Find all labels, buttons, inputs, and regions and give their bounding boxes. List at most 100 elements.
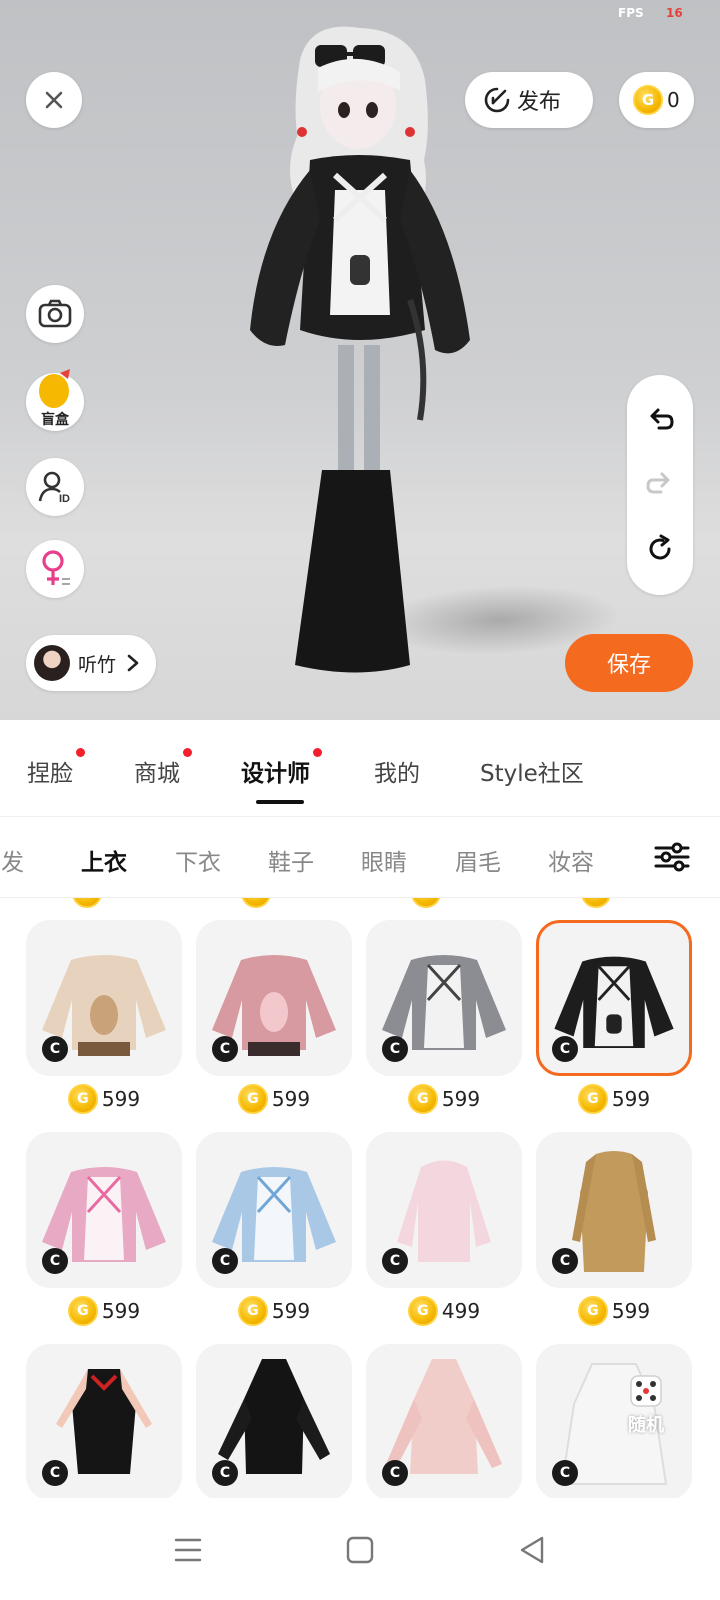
gender-switch-button[interactable]	[26, 540, 84, 598]
coin-icon	[241, 898, 271, 908]
female-icon	[42, 550, 70, 585]
system-nav-bar	[0, 1500, 720, 1600]
save-button[interactable]: 保存	[565, 634, 693, 692]
category-makeup[interactable]: 妆容	[548, 843, 594, 877]
coin-balance: 0	[667, 88, 680, 112]
tab-label: 商城	[134, 761, 180, 787]
undo-button[interactable]	[640, 401, 680, 441]
category-eyes[interactable]: 眼睛	[361, 843, 407, 877]
item-card[interactable]: C	[196, 1344, 352, 1498]
avatar-preview-stage[interactable]: FPS 16 发布 G 0 盲盒 ID 听竹 保存	[0, 0, 720, 720]
back-icon[interactable]	[512, 1530, 552, 1570]
item-card[interactable]: C	[26, 1344, 182, 1498]
coin-icon	[411, 898, 441, 908]
category-bottom[interactable]: 下衣	[175, 843, 221, 877]
item-card[interactable]: C 随机	[536, 1344, 692, 1498]
tab-store[interactable]: 商城	[134, 748, 192, 788]
c-badge: C	[552, 1248, 578, 1274]
item-price: G 599	[366, 1084, 522, 1114]
tab-face[interactable]: 捏脸	[27, 748, 85, 788]
undo-icon	[650, 408, 674, 430]
item-card[interactable]: C	[26, 1132, 182, 1288]
item-card[interactable]: C	[26, 920, 182, 1076]
filter-icon[interactable]	[652, 837, 692, 877]
item-card[interactable]: C	[366, 1344, 522, 1498]
avatar-character[interactable]	[240, 0, 500, 700]
price-value: 599	[611, 1087, 651, 1111]
price-value: 599	[441, 1087, 481, 1111]
c-badge: C	[382, 1248, 408, 1274]
item-price: G 599	[196, 1296, 352, 1326]
coin-icon: G	[407, 1296, 438, 1326]
item-card[interactable]: C	[536, 1132, 692, 1288]
category-top[interactable]: 上衣	[81, 843, 127, 877]
random-label: 随机	[628, 1415, 664, 1436]
item-card[interactable]: C	[196, 1132, 352, 1288]
c-badge: C	[552, 1460, 578, 1486]
fps-value: 16	[666, 6, 683, 20]
close-button[interactable]	[26, 72, 82, 128]
price-value: 599	[271, 1299, 311, 1323]
camera-button[interactable]	[26, 285, 84, 343]
chevron-right-icon	[127, 654, 139, 672]
tab-style-community[interactable]: Style社区	[480, 754, 584, 788]
item-card[interactable]: C	[196, 920, 352, 1076]
tab-designer[interactable]: 设计师	[241, 748, 322, 788]
coin-icon: G	[67, 1084, 98, 1114]
creator-chip[interactable]: 听竹	[26, 635, 156, 691]
price-value: 499	[441, 1299, 481, 1323]
category-shoes[interactable]: 鞋子	[268, 843, 314, 877]
price-value: 599	[611, 1299, 651, 1323]
coin-icon: G	[577, 1084, 608, 1114]
tab-label: 设计师	[241, 761, 310, 787]
notification-dot	[313, 748, 322, 757]
blindbox-egg-icon	[39, 369, 70, 408]
refresh-icon	[649, 534, 671, 560]
c-badge: C	[42, 1460, 68, 1486]
c-badge: C	[212, 1248, 238, 1274]
item-grid[interactable]: C C C C G 599 G 599 G 599 G 599 C C C C …	[0, 898, 720, 1498]
home-icon[interactable]	[340, 1530, 380, 1570]
item-card-selected[interactable]: C	[536, 920, 692, 1076]
tab-mine[interactable]: 我的	[374, 754, 420, 788]
random-button[interactable]: 随机	[614, 1370, 678, 1440]
price-value: 599	[271, 1087, 311, 1111]
price-value: 599	[101, 1299, 141, 1323]
redo-icon	[646, 472, 670, 494]
c-badge: C	[42, 1036, 68, 1062]
svg-text:ID: ID	[59, 493, 70, 504]
creator-name: 听竹	[78, 653, 117, 676]
blindbox-button[interactable]: 盲盒	[26, 369, 84, 431]
fps-label: FPS	[618, 6, 644, 20]
publish-label: 发布	[517, 90, 562, 115]
user-id-button[interactable]: ID	[26, 458, 84, 516]
tab-label: 捏脸	[27, 761, 73, 787]
price-value: 599	[101, 1087, 141, 1111]
coin-icon: G	[237, 1084, 268, 1114]
coin-icon: G	[407, 1084, 438, 1114]
item-card[interactable]: C	[366, 920, 522, 1076]
item-price: G 599	[536, 1084, 692, 1114]
c-badge: C	[552, 1036, 578, 1062]
category-eyebrows[interactable]: 眉毛	[455, 843, 501, 877]
active-tab-indicator	[256, 800, 304, 804]
creator-avatar	[34, 645, 70, 681]
c-badge: C	[212, 1036, 238, 1062]
item-price: G 599	[26, 1084, 182, 1114]
coin-icon: G	[633, 85, 663, 115]
redo-button[interactable]	[640, 465, 680, 505]
reset-button[interactable]	[640, 529, 680, 569]
c-badge: C	[382, 1036, 408, 1062]
coin-balance-button[interactable]: G 0	[619, 72, 694, 128]
blindbox-label: 盲盒	[41, 412, 69, 428]
menu-icon[interactable]	[168, 1530, 208, 1570]
item-price: G 599	[196, 1084, 352, 1114]
close-icon	[45, 91, 63, 109]
category-tabs[interactable]: 头发 上衣 下衣 鞋子 眼睛 眉毛 妆容	[0, 816, 720, 898]
dice-icon	[630, 1375, 662, 1407]
coin-icon: G	[237, 1296, 268, 1326]
publish-button[interactable]: 发布	[465, 72, 593, 128]
category-hair[interactable]: 头发	[0, 843, 24, 877]
publish-icon	[484, 87, 510, 113]
item-card[interactable]: C	[366, 1132, 522, 1288]
